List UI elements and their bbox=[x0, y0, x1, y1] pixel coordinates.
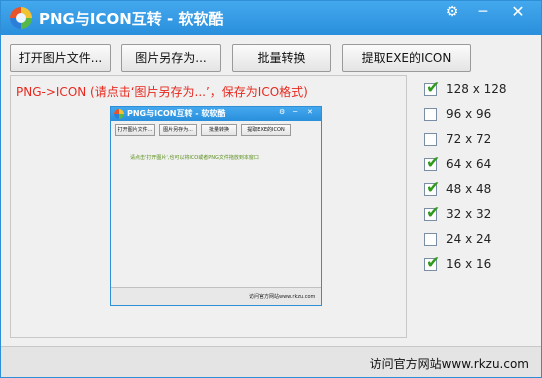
size-checkbox[interactable]: ✔ bbox=[424, 178, 440, 198]
app-logo-icon bbox=[10, 7, 32, 29]
settings-gear-icon[interactable]: ⚙ bbox=[437, 1, 467, 23]
close-button[interactable]: ✕ bbox=[503, 1, 533, 23]
status-bar: 访问官方网站www.rkzu.com bbox=[1, 346, 541, 377]
checkmark-icon: ✔ bbox=[426, 78, 441, 98]
size-option[interactable]: ✔ 16 x 16 bbox=[422, 253, 537, 274]
size-label: 128 x 128 bbox=[446, 82, 507, 96]
conversion-hint: PNG->ICON (请点击‘图片另存为...’，保存为ICO格式) bbox=[16, 85, 308, 99]
minimize-button[interactable]: ─ bbox=[468, 1, 498, 23]
preview-batch-button: 批量转换 bbox=[201, 124, 237, 136]
preview-logo-icon bbox=[114, 109, 124, 119]
extract-exe-icon-button[interactable]: 提取EXE的ICON bbox=[342, 44, 471, 72]
preview-panel[interactable]: PNG->ICON (请点击‘图片另存为...’，保存为ICO格式) PNG与I… bbox=[10, 75, 407, 338]
preview-minimize-icon: ─ bbox=[293, 108, 298, 116]
size-option[interactable]: 96 x 96 bbox=[422, 106, 537, 124]
size-label: 16 x 16 bbox=[446, 257, 492, 271]
size-option[interactable]: ✔ 64 x 64 bbox=[422, 153, 537, 174]
checkmark-icon: ✔ bbox=[426, 153, 441, 173]
size-label: 48 x 48 bbox=[446, 182, 492, 196]
checkmark-icon: ✔ bbox=[426, 178, 441, 198]
size-option[interactable]: 24 x 24 bbox=[422, 231, 537, 249]
batch-convert-button[interactable]: 批量转换 bbox=[232, 44, 331, 72]
title-bar[interactable]: PNG与ICON互转 - 软软酷 ⚙ ─ ✕ bbox=[1, 1, 541, 35]
preview-open-button: 打开图片文件... bbox=[115, 124, 155, 136]
checkmark-icon: ✔ bbox=[426, 203, 441, 223]
size-option[interactable]: ✔ 32 x 32 bbox=[422, 203, 537, 224]
official-website-link[interactable]: 访问官方网站www.rkzu.com bbox=[370, 355, 529, 372]
size-checkbox[interactable] bbox=[424, 233, 437, 246]
preview-footer-link: 访问官方网站www.rkzu.com bbox=[249, 294, 316, 300]
size-label: 96 x 96 bbox=[446, 107, 492, 121]
preview-gear-icon: ⚙ bbox=[279, 108, 286, 116]
preview-title: PNG与ICON互转 - 软软酷 bbox=[127, 109, 226, 118]
preview-save-button: 图片另存为... bbox=[159, 124, 197, 136]
size-checkbox[interactable]: ✔ bbox=[424, 78, 440, 98]
app-window: PNG与ICON互转 - 软软酷 ⚙ ─ ✕ 打开图片文件... 图片另存为..… bbox=[0, 0, 542, 378]
size-checkbox[interactable]: ✔ bbox=[424, 153, 440, 173]
size-label: 32 x 32 bbox=[446, 207, 492, 221]
preview-message: 请点击'打开图片',也可以将ICO或者PNG文件拖放到本窗口 bbox=[130, 155, 259, 161]
preview-footer: 访问官方网站www.rkzu.com bbox=[111, 287, 321, 305]
preview-extract-button: 提取EXE的ICON bbox=[241, 124, 291, 136]
preview-image: PNG与ICON互转 - 软软酷 ⚙ ─ ✕ 打开图片文件... 图片另存为..… bbox=[110, 106, 322, 306]
size-label: 24 x 24 bbox=[446, 232, 492, 246]
window-title: PNG与ICON互转 - 软软酷 bbox=[39, 10, 224, 28]
save-image-as-button[interactable]: 图片另存为... bbox=[121, 44, 221, 72]
checkmark-icon: ✔ bbox=[426, 253, 441, 273]
size-checkbox[interactable]: ✔ bbox=[424, 253, 440, 273]
size-checkbox[interactable] bbox=[424, 133, 437, 146]
open-image-button[interactable]: 打开图片文件... bbox=[10, 44, 111, 72]
size-checkbox[interactable] bbox=[424, 108, 437, 121]
size-checkbox[interactable]: ✔ bbox=[424, 203, 440, 223]
preview-close-icon: ✕ bbox=[307, 108, 313, 116]
size-option[interactable]: 72 x 72 bbox=[422, 131, 537, 149]
size-option[interactable]: ✔ 48 x 48 bbox=[422, 178, 537, 199]
preview-title-bar: PNG与ICON互转 - 软软酷 ⚙ ─ ✕ bbox=[111, 107, 321, 121]
size-label: 72 x 72 bbox=[446, 132, 492, 146]
size-label: 64 x 64 bbox=[446, 157, 492, 171]
size-option[interactable]: ✔ 128 x 128 bbox=[422, 78, 537, 99]
